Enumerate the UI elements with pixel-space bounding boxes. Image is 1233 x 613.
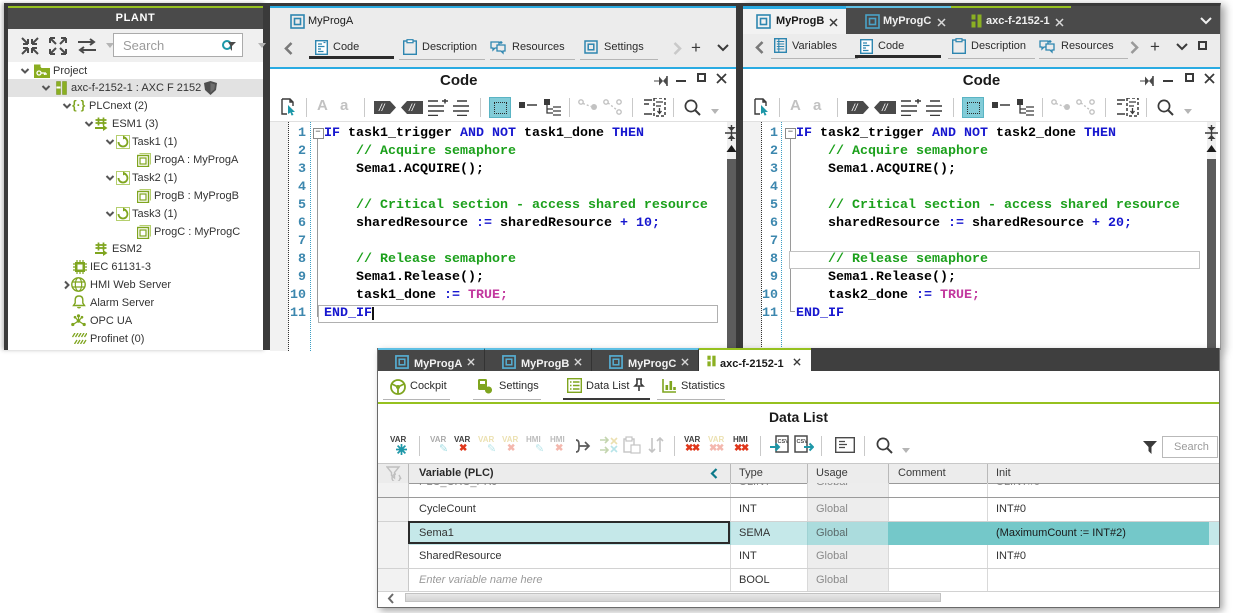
svg-text:CSV: CSV xyxy=(797,439,809,445)
svg-text:CSV: CSV xyxy=(778,439,790,445)
